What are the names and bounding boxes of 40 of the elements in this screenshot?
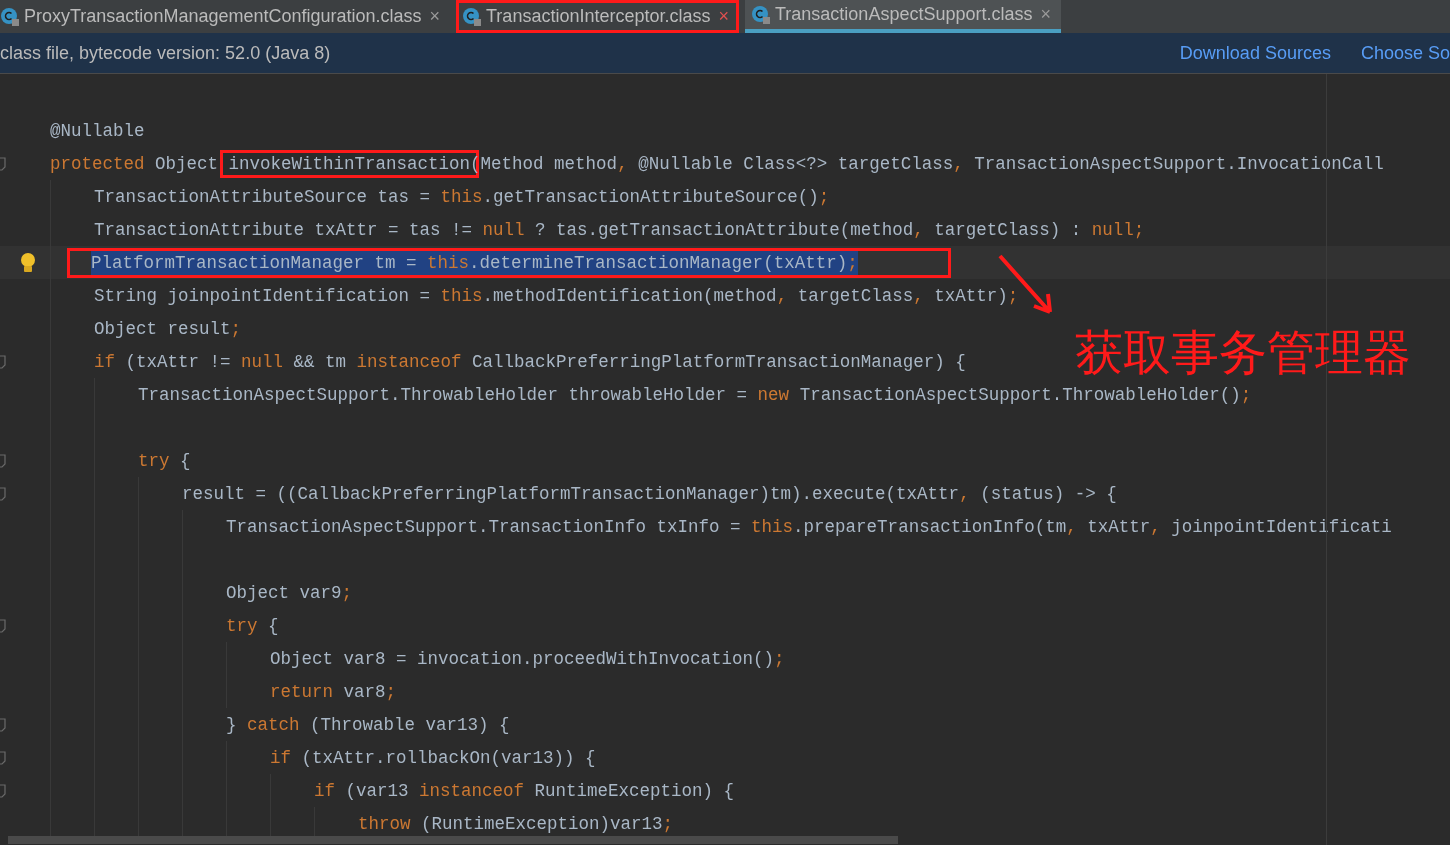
fold-marker-icon <box>0 717 6 732</box>
code-line: @Nullable <box>49 119 146 143</box>
lightbulb-icon[interactable] <box>20 251 36 274</box>
code-line: } catch (Throwable var13) { <box>225 713 511 737</box>
code-line: TransactionAttribute txAttr = tas != null ? tas.getTransactionAttribute(method, targetClass) : null; <box>93 218 1146 242</box>
class-file-icon <box>0 6 20 27</box>
code-line: TransactionAspectSupport.ThrowableHolder throwableHolder = new TransactionAspectSupport.ThrowableHolder(); <box>137 383 1253 407</box>
fold-marker-icon <box>0 750 6 765</box>
info-bar-link[interactable]: Download Sources <box>1179 39 1331 67</box>
code-line: try { <box>225 614 280 638</box>
code-line: try { <box>137 449 192 473</box>
code-line: throw (RuntimeException)var13; <box>357 812 675 836</box>
close-icon[interactable]: × <box>1036 1 1055 28</box>
code-line: Object result; <box>93 317 243 341</box>
annotation-text: 获取事务管理器 <box>1075 328 1411 376</box>
scrollbar-thumb[interactable] <box>8 836 898 844</box>
fold-marker-icon <box>0 618 6 633</box>
info-bar-link[interactable]: Choose So <box>1360 39 1450 67</box>
code-line: return var8; <box>269 680 398 704</box>
code-line: if (txAttr.rollbackOn(var13)) { <box>269 746 597 770</box>
editor-tab[interactable]: TransactionInterceptor.class × <box>456 0 739 33</box>
fold-marker-icon <box>0 486 6 501</box>
code-line: Object var8 = invocation.proceedWithInvocation(); <box>269 647 786 671</box>
code-line: if (txAttr != null && tm instanceof CallbackPreferringPlatformTransactionManager) { <box>93 350 967 374</box>
fold-marker-icon <box>0 783 6 798</box>
code-line: TransactionAspectSupport.TransactionInfo txInfo = this.prepareTransactionInfo(tm, txAttr, joinpointIdentificati <box>225 515 1393 539</box>
code-line: if (var13 instanceof RuntimeException) { <box>313 779 736 803</box>
class-file-icon <box>462 6 483 27</box>
code-line: String joinpointIdentification = this.methodIdentification(method, targetClass, txAttr); <box>93 284 1020 308</box>
fold-marker-icon <box>0 453 6 468</box>
info-bar-message: class file, bytecode version: 52.0 (Java 8) <box>0 41 331 65</box>
close-icon[interactable]: × <box>714 3 733 30</box>
close-icon[interactable]: × <box>425 3 445 30</box>
fold-marker-icon <box>0 354 6 369</box>
class-file-icon <box>751 4 771 25</box>
editor-tab[interactable]: TransactionAspectSupport.class × <box>745 0 1061 33</box>
fold-marker-icon <box>0 156 6 171</box>
code-line: TransactionAttributeSource tas = this.getTransactionAttributeSource(); <box>93 185 831 209</box>
code-line: result = ((CallbackPreferringPlatformTransactionManager)tm).execute(txAttr, (status) -> { <box>181 482 1118 506</box>
code-line: Object var9; <box>225 581 354 605</box>
